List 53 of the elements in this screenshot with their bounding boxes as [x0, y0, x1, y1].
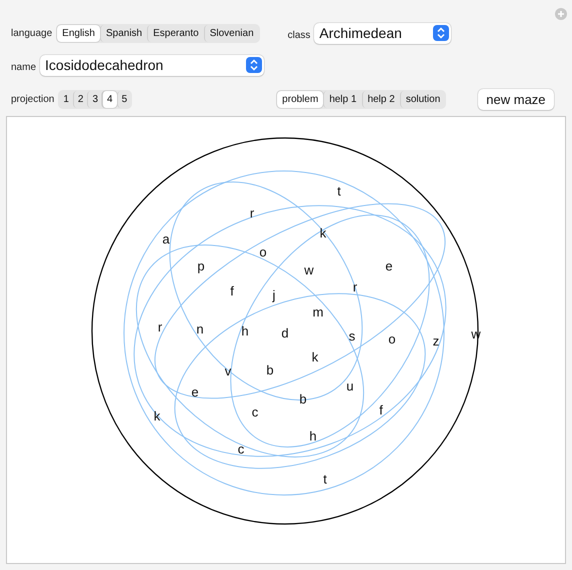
maze-letter: z: [432, 334, 440, 348]
name-dropdown[interactable]: Icosidodecahedron: [40, 54, 264, 76]
projection-option[interactable]: 1: [59, 90, 73, 108]
projection-option[interactable]: 4: [102, 90, 117, 108]
maze-letter: h: [241, 324, 249, 338]
maze-letter: t: [323, 472, 327, 486]
language-option[interactable]: Esperanto: [147, 24, 204, 42]
projection-option[interactable]: 5: [116, 90, 132, 108]
maze-letter: r: [158, 320, 162, 334]
language-option[interactable]: English: [57, 24, 100, 42]
dropdown-arrows-icon: [246, 57, 262, 73]
maze-letter: e: [191, 384, 199, 400]
projection-option[interactable]: 2: [72, 90, 88, 108]
view-option[interactable]: help 1: [323, 90, 362, 108]
maze-letter: m: [312, 304, 324, 320]
maze-letter: k: [320, 226, 326, 240]
dropdown-arrows-icon: [433, 25, 450, 41]
maze-letter: t: [337, 184, 341, 198]
name-label: name: [11, 62, 36, 72]
maze-letter: r: [250, 206, 254, 220]
class-dropdown[interactable]: Archimedean: [314, 22, 452, 44]
language-option[interactable]: Slovenian: [204, 24, 259, 42]
maze-letter: b: [299, 392, 307, 406]
maze-letter: e: [385, 258, 393, 274]
maze-letter: k: [154, 408, 160, 424]
maze-letter: w: [304, 262, 314, 278]
maze-letter: h: [309, 428, 317, 444]
maze-letter: j: [272, 288, 276, 302]
view-option[interactable]: help 2: [362, 90, 400, 108]
maze-letter: r: [352, 280, 358, 294]
maze-letter: f: [230, 284, 234, 298]
view-option[interactable]: solution: [400, 90, 446, 108]
maze-letter: a: [162, 232, 170, 246]
class-label: class: [288, 30, 310, 40]
add-icon[interactable]: [555, 8, 567, 20]
projection-label: projection: [11, 94, 54, 104]
new-maze-button[interactable]: new maze: [478, 88, 554, 110]
maze-letter: o: [388, 332, 396, 346]
maze-letter: k: [312, 350, 318, 364]
maze-letter: b: [266, 362, 274, 378]
maze-letter: p: [197, 258, 205, 274]
view-option[interactable]: problem: [277, 90, 324, 108]
maze-letter: v: [224, 364, 232, 378]
maze-letter: c: [238, 442, 244, 456]
maze-letter: s: [348, 328, 356, 344]
language-option[interactable]: Spanish: [100, 24, 148, 42]
language-label: language: [11, 28, 52, 38]
maze-letter: u: [346, 378, 354, 394]
maze-letter: n: [196, 322, 204, 336]
maze-letter: o: [259, 244, 267, 260]
maze-letter: f: [379, 402, 383, 418]
maze-letter: c: [252, 404, 258, 420]
maze-letter: d: [281, 326, 289, 340]
